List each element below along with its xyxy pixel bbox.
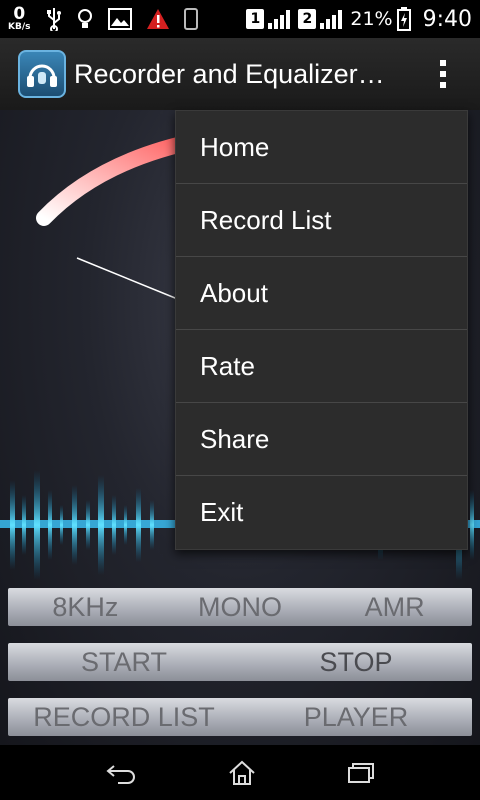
clock: 9:40 <box>422 6 472 32</box>
phone-icon <box>184 8 199 30</box>
player-button[interactable]: PLAYER <box>240 702 472 733</box>
gauge-needle <box>76 257 181 301</box>
channel-button[interactable]: MONO <box>163 592 318 623</box>
status-bar: 0 KB/s 1 2 21% 9:40 <box>0 0 480 38</box>
format-button[interactable]: AMR <box>317 592 472 623</box>
action-bar: Recorder and Equalizer… <box>0 38 480 110</box>
record-list-button[interactable]: RECORD LIST <box>8 702 240 733</box>
net-speed-value: 0 <box>13 4 26 24</box>
back-icon[interactable] <box>104 760 138 786</box>
bulb-icon <box>78 9 93 28</box>
image-icon <box>108 8 133 30</box>
net-speed-indicator: 0 KB/s <box>8 6 30 32</box>
signal-icon <box>268 9 291 29</box>
warning-icon <box>147 9 170 29</box>
overflow-menu: Home Record List About Rate Share Exit <box>175 110 468 550</box>
net-speed-unit: KB/s <box>8 22 31 32</box>
status-left: 0 KB/s <box>8 6 199 32</box>
system-nav-bar <box>0 745 480 800</box>
record-row: START STOP <box>8 643 472 681</box>
recent-apps-icon[interactable] <box>346 761 376 785</box>
sim1-badge: 1 <box>246 9 265 29</box>
battery-percent: 21% <box>350 8 393 30</box>
menu-item-share[interactable]: Share <box>176 403 467 476</box>
status-right: 1 2 21% 9:40 <box>246 7 472 32</box>
start-button[interactable]: START <box>8 647 240 678</box>
menu-item-record-list[interactable]: Record List <box>176 184 467 257</box>
menu-item-home[interactable]: Home <box>176 111 467 184</box>
settings-row: 8KHz MONO AMR <box>8 588 472 626</box>
menu-item-rate[interactable]: Rate <box>176 330 467 403</box>
menu-item-exit[interactable]: Exit <box>176 476 467 549</box>
stop-button[interactable]: STOP <box>240 647 472 678</box>
sim2-badge: 2 <box>298 9 317 29</box>
app-icon[interactable] <box>18 50 66 98</box>
usb-icon <box>47 8 62 31</box>
home-icon[interactable] <box>227 759 257 787</box>
menu-item-about[interactable]: About <box>176 257 467 330</box>
headphones-icon <box>27 64 57 87</box>
app-title: Recorder and Equalizer… <box>74 58 385 89</box>
sample-rate-button[interactable]: 8KHz <box>8 592 163 623</box>
signal-icon <box>320 9 343 29</box>
overflow-menu-icon[interactable] <box>440 60 446 88</box>
battery-charging-icon <box>396 7 411 31</box>
nav-row: RECORD LIST PLAYER <box>8 698 472 736</box>
